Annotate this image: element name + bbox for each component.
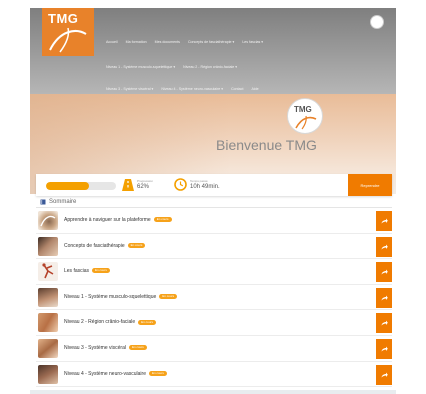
resume-button[interactable]: Reprendre — [348, 174, 392, 196]
road-icon — [122, 179, 134, 191]
progress-panel: Progression 62% Temps passé 10h 49min. R… — [36, 174, 392, 196]
open-module-button[interactable] — [376, 364, 392, 385]
module-row[interactable]: Apprendre à naviguer sur la plateforme En… — [36, 208, 392, 234]
nav-item-contact[interactable]: Contact — [231, 87, 243, 91]
page-footer-strip — [30, 390, 396, 394]
module-title: Niveau 1 - Système musculo-squelettique E… — [64, 293, 178, 300]
logo-swoosh-icon — [49, 27, 87, 53]
module-thumbnail — [38, 313, 58, 333]
site-header: TMG Accueil Ma formation Mes documents C… — [30, 8, 396, 94]
status-badge: En cours — [128, 345, 147, 351]
module-row[interactable]: Niveau 1 - Système musculo-squelettique E… — [36, 284, 392, 311]
open-module-button[interactable] — [376, 211, 392, 231]
status-badge: En cours — [159, 293, 178, 299]
module-title: Niveau 2 - Région crânio-faciale En cours — [64, 319, 156, 325]
nav-item-mes-documents[interactable]: Mes documents — [155, 40, 180, 44]
share-arrow-icon — [381, 269, 388, 275]
main-nav-row-2: Niveau 1 - Système musculo-squelettique … — [106, 65, 237, 69]
nav-item-ma-formation[interactable]: Ma formation — [126, 40, 147, 44]
summary-title: Sommaire — [49, 199, 77, 205]
module-title: Les fascias En cours — [64, 268, 110, 274]
module-title: Concepts de fasciathérapie En cours — [64, 242, 146, 249]
clock-icon — [174, 178, 187, 191]
share-arrow-icon — [381, 295, 388, 301]
module-title: Niveau 3 - Système viscéral En cours — [64, 345, 147, 351]
welcome-title: Bienvenue TMG — [216, 137, 317, 153]
share-arrow-icon — [381, 244, 388, 250]
module-thumbnail — [38, 287, 58, 307]
module-thumbnail — [38, 236, 58, 256]
share-arrow-icon — [381, 320, 388, 326]
nav-item-accueil[interactable]: Accueil — [106, 40, 118, 44]
status-badge: En cours — [127, 242, 146, 248]
open-module-button[interactable] — [376, 313, 392, 334]
banner-swoosh-icon — [295, 115, 317, 130]
module-title: Apprendre à naviguer sur la plateforme En… — [64, 217, 172, 223]
module-row[interactable]: Niveau 2 - Région crânio-faciale En cours — [36, 310, 392, 336]
book-icon — [40, 199, 46, 205]
banner-logo: TMG — [287, 98, 323, 134]
nav-item-concepts[interactable]: Concepts de fasciathérapie ▾ — [188, 40, 234, 44]
progress-percent: 62% — [137, 184, 150, 190]
nav-item-niveau-4[interactable]: Niveau 4 - Système neuro-vasculaire ▾ — [161, 87, 223, 91]
status-badge: En cours — [148, 370, 167, 376]
open-module-button[interactable] — [376, 236, 392, 257]
module-row[interactable]: Les fascias En cours — [36, 259, 392, 285]
module-row[interactable]: Niveau 4 - Système neuro-vasculaire En co… — [36, 361, 392, 388]
nav-item-les-fascias[interactable]: Les fascias ▾ — [242, 40, 263, 44]
module-thumbnail — [38, 338, 58, 358]
open-module-button[interactable] — [376, 287, 392, 308]
open-module-button[interactable] — [376, 262, 392, 283]
open-module-button[interactable] — [376, 338, 392, 359]
status-badge: En cours — [92, 268, 110, 274]
module-list: Apprendre à naviguer sur la plateforme En… — [36, 208, 392, 388]
share-arrow-icon — [381, 218, 388, 224]
progress-bar-fill — [46, 182, 90, 190]
nav-item-niveau-2[interactable]: Niveau 2 - Région crânio-faciale ▾ — [183, 65, 237, 69]
progress-bar — [46, 182, 116, 190]
module-title: Niveau 4 - Système neuro-vasculaire En co… — [64, 371, 167, 377]
module-thumbnail — [38, 262, 58, 282]
progress-caption: Progression — [137, 179, 154, 183]
share-arrow-icon — [381, 346, 388, 352]
time-caption: Temps passé — [190, 179, 208, 183]
tmg-logo[interactable]: TMG — [42, 8, 94, 56]
banner-logo-text: TMG — [294, 105, 312, 114]
main-nav-row-3: Niveau 3 - Système viscéral ▾ Niveau 4 -… — [106, 87, 259, 91]
nav-item-aide[interactable]: Aide — [251, 87, 258, 91]
time-value: 10h 49min. — [190, 184, 220, 190]
share-arrow-icon — [381, 372, 388, 378]
module-row[interactable]: Concepts de fasciathérapie En cours — [36, 233, 392, 260]
status-badge: En cours — [138, 319, 156, 325]
nav-item-niveau-1[interactable]: Niveau 1 - Système musculo-squelettique … — [106, 65, 175, 69]
status-badge: En cours — [153, 217, 172, 223]
user-avatar[interactable] — [370, 15, 384, 29]
module-row[interactable]: Niveau 3 - Système viscéral En cours — [36, 335, 392, 362]
main-nav-row-1: Accueil Ma formation Mes documents Conce… — [106, 40, 263, 44]
summary-header: Sommaire — [40, 198, 76, 206]
module-thumbnail — [38, 211, 58, 230]
module-thumbnail — [38, 364, 58, 384]
page: TMG Accueil Ma formation Mes documents C… — [0, 0, 426, 394]
nav-item-niveau-3[interactable]: Niveau 3 - Système viscéral ▾ — [106, 87, 153, 91]
